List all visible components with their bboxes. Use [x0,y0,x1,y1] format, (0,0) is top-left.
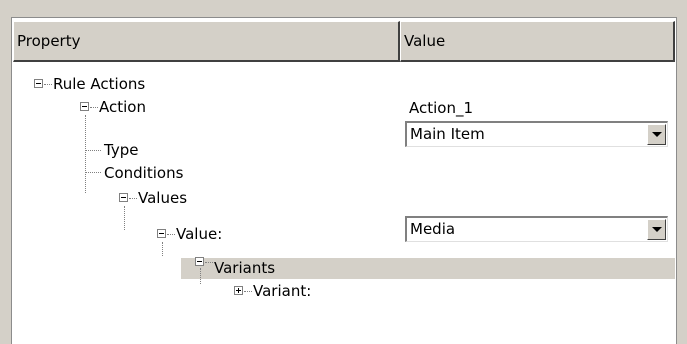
tree-item-conditions[interactable]: Conditions [104,162,183,184]
tree-item-rule-actions[interactable]: Rule Actions [53,73,145,95]
tree-line [85,172,101,173]
tree-line [85,150,101,151]
chevron-down-icon [652,132,662,137]
tree-line [85,115,86,193]
dropdown-button[interactable] [647,219,666,240]
dropdown-button[interactable] [647,124,666,145]
grid-header: Property Value [13,21,675,62]
value-dropdown[interactable]: Media [405,216,668,242]
tree-item-value[interactable]: Value: [176,223,222,245]
action-value: Action_1 [409,99,474,117]
tree-line [162,242,163,256]
tree-line [205,262,213,263]
chevron-down-icon [652,227,662,232]
collapse-icon[interactable] [195,257,204,266]
tree-line [44,84,52,85]
tree-item-type[interactable]: Type [104,139,138,161]
column-header-value[interactable]: Value [400,21,675,62]
collapse-icon[interactable] [157,229,166,238]
tree-line [90,107,98,108]
collapse-icon[interactable] [119,193,128,202]
type-dropdown[interactable]: Main Item [405,121,668,147]
expand-icon[interactable] [234,286,243,295]
type-dropdown-value: Main Item [410,125,485,143]
column-header-property[interactable]: Property [13,21,400,62]
tree-item-action[interactable]: Action [99,96,146,118]
collapse-icon[interactable] [34,79,43,88]
tree-line [124,206,125,230]
tree-item-variant[interactable]: Variant: [253,280,311,302]
tree-line [129,198,137,199]
tree-line [200,268,201,284]
value-dropdown-value: Media [410,220,456,238]
tree-line [244,291,252,292]
collapse-icon[interactable] [80,102,89,111]
tree-line [167,234,175,235]
tree-item-variants[interactable]: Variants [214,257,275,279]
tree-item-values[interactable]: Values [138,187,187,209]
